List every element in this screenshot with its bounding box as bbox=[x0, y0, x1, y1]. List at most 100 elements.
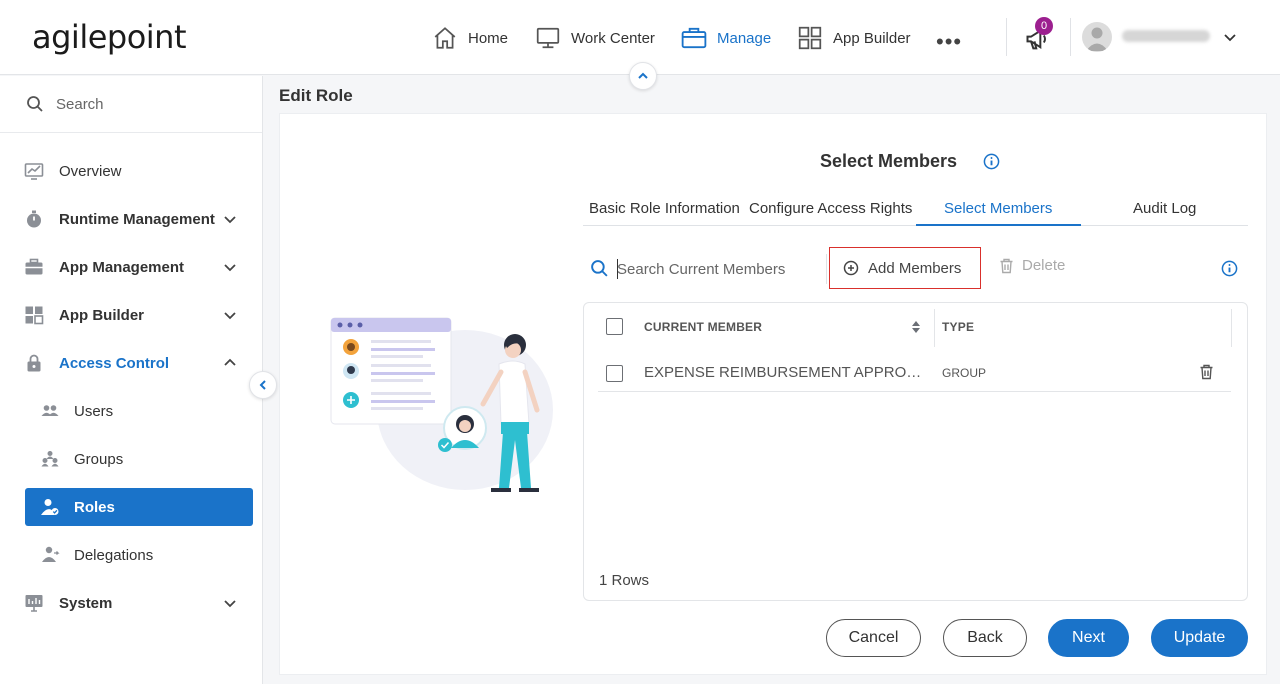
column-header-current-member[interactable]: CURRENT MEMBER bbox=[644, 320, 762, 334]
nav-home[interactable]: Home bbox=[432, 22, 508, 54]
roles-icon bbox=[41, 499, 59, 515]
user-avatar[interactable] bbox=[1082, 22, 1112, 52]
chevron-down-icon[interactable] bbox=[222, 211, 238, 227]
sidebar-item-runtime-management[interactable]: Runtime Management bbox=[0, 199, 262, 239]
sidebar-item-app-management[interactable]: App Management bbox=[0, 247, 262, 287]
toolbar-divider bbox=[826, 254, 827, 284]
members-table bbox=[583, 302, 1248, 601]
delete-button[interactable]: Delete bbox=[999, 257, 1065, 274]
delete-label: Delete bbox=[1022, 257, 1066, 274]
search-current-members-input[interactable] bbox=[617, 257, 812, 281]
chevron-left-icon bbox=[259, 380, 266, 390]
nav-work-center[interactable]: Work Center bbox=[535, 22, 655, 54]
header-divider bbox=[1006, 18, 1007, 56]
chevron-up-icon[interactable] bbox=[222, 355, 238, 371]
sidebar-item-groups[interactable]: Groups bbox=[0, 439, 262, 479]
add-members-button[interactable]: Add Members bbox=[829, 247, 981, 289]
stopwatch-icon bbox=[27, 210, 41, 228]
chevron-down-icon[interactable] bbox=[222, 307, 238, 323]
section-title: Select Members bbox=[820, 151, 958, 171]
lock-icon bbox=[27, 354, 41, 372]
nav-manage[interactable]: Manage bbox=[681, 22, 771, 54]
chevron-down-icon[interactable] bbox=[1222, 29, 1238, 45]
row-count: 1 Rows bbox=[599, 572, 650, 589]
plus-circle-icon bbox=[843, 260, 859, 276]
column-divider bbox=[1231, 309, 1232, 347]
home-icon bbox=[434, 27, 456, 49]
add-members-label: Add Members bbox=[868, 259, 962, 277]
nav-home-label: Home bbox=[468, 29, 509, 47]
sidebar-item-label: Users bbox=[74, 402, 114, 420]
sidebar-item-label: Roles bbox=[74, 498, 115, 516]
sidebar-search-placeholder: Search bbox=[56, 95, 104, 113]
sidebar-item-system[interactable]: System bbox=[0, 583, 262, 623]
toolbox-icon bbox=[25, 258, 43, 275]
agilepoint-logo[interactable]: agilepoint bbox=[32, 18, 187, 56]
table-cell-member: EXPENSE REIMBURSEMENT APPROVERS bbox=[644, 364, 924, 381]
sidebar-search[interactable]: Search bbox=[0, 76, 262, 133]
nav-app-builder[interactable]: App Builder bbox=[797, 22, 911, 54]
collapse-header-button[interactable] bbox=[629, 62, 657, 90]
back-button[interactable]: Back bbox=[943, 619, 1027, 657]
search-icon bbox=[27, 96, 43, 112]
delegation-icon bbox=[42, 546, 60, 562]
tab-basic-role-information[interactable]: Basic Role Information bbox=[589, 200, 740, 217]
more-menu-button[interactable]: ••• bbox=[936, 26, 962, 58]
page-title: Edit Role bbox=[279, 86, 353, 105]
sidebar-item-label: Overview bbox=[59, 162, 122, 180]
trash-icon bbox=[1000, 258, 1013, 273]
header-divider bbox=[1070, 18, 1071, 56]
sidebar-item-roles[interactable]: Roles bbox=[25, 488, 253, 526]
row-checkbox[interactable] bbox=[606, 365, 623, 382]
collapse-sidebar-button[interactable] bbox=[249, 371, 277, 399]
sidebar-item-delegations[interactable]: Delegations bbox=[0, 535, 262, 575]
info-icon[interactable] bbox=[1221, 260, 1238, 277]
sidebar-item-label: App Management bbox=[59, 258, 185, 276]
update-button[interactable]: Update bbox=[1151, 619, 1248, 657]
grid-icon bbox=[798, 26, 822, 50]
nav-manage-label: Manage bbox=[717, 29, 772, 47]
chevron-down-icon[interactable] bbox=[222, 259, 238, 275]
tab-audit-log[interactable]: Audit Log bbox=[1133, 200, 1196, 217]
nav-work-center-label: Work Center bbox=[571, 29, 655, 47]
briefcase-icon bbox=[681, 27, 707, 49]
tab-select-members[interactable]: Select Members bbox=[944, 200, 1052, 217]
chevron-up-icon bbox=[638, 72, 648, 79]
select-all-checkbox[interactable] bbox=[606, 318, 623, 335]
chevron-down-icon[interactable] bbox=[222, 595, 238, 611]
sidebar: Search Overview Runtime Management App M… bbox=[0, 76, 263, 684]
column-divider bbox=[934, 309, 935, 347]
cancel-button[interactable]: Cancel bbox=[826, 619, 921, 657]
search-icon bbox=[591, 260, 608, 277]
team-members-illustration bbox=[330, 317, 553, 492]
sidebar-item-label: Delegations bbox=[74, 546, 154, 564]
apps-icon bbox=[25, 306, 44, 325]
sidebar-item-users[interactable]: Users bbox=[0, 391, 262, 431]
sidebar-item-overview[interactable]: Overview bbox=[0, 151, 262, 191]
sidebar-item-access-control[interactable]: Access Control bbox=[0, 343, 262, 383]
users-icon bbox=[41, 405, 59, 416]
user-name-blurred[interactable] bbox=[1122, 30, 1210, 42]
sidebar-item-label: Groups bbox=[74, 450, 124, 468]
text-cursor bbox=[617, 259, 618, 279]
sidebar-item-app-builder[interactable]: App Builder bbox=[0, 295, 262, 335]
tab-configure-access-rights[interactable]: Configure Access Rights bbox=[749, 200, 912, 217]
nav-app-builder-label: App Builder bbox=[833, 29, 911, 47]
groups-icon bbox=[41, 451, 59, 467]
sort-icon[interactable] bbox=[911, 320, 921, 334]
sidebar-item-label: System bbox=[59, 594, 113, 612]
chart-icon bbox=[24, 163, 44, 180]
system-icon bbox=[25, 595, 43, 612]
next-button[interactable]: Next bbox=[1048, 619, 1129, 657]
active-tab-indicator bbox=[916, 224, 1081, 226]
monitor-icon bbox=[536, 27, 560, 49]
row-divider bbox=[598, 391, 1231, 392]
notification-badge: 0 bbox=[1035, 17, 1053, 35]
sidebar-item-label: Access Control bbox=[59, 354, 170, 372]
trash-icon[interactable] bbox=[1199, 364, 1214, 380]
table-cell-type: GROUP bbox=[942, 366, 987, 380]
column-header-type[interactable]: TYPE bbox=[942, 320, 974, 334]
sidebar-item-label: Runtime Management bbox=[59, 210, 215, 228]
sidebar-item-label: App Builder bbox=[59, 306, 144, 324]
info-icon[interactable] bbox=[983, 153, 1000, 170]
